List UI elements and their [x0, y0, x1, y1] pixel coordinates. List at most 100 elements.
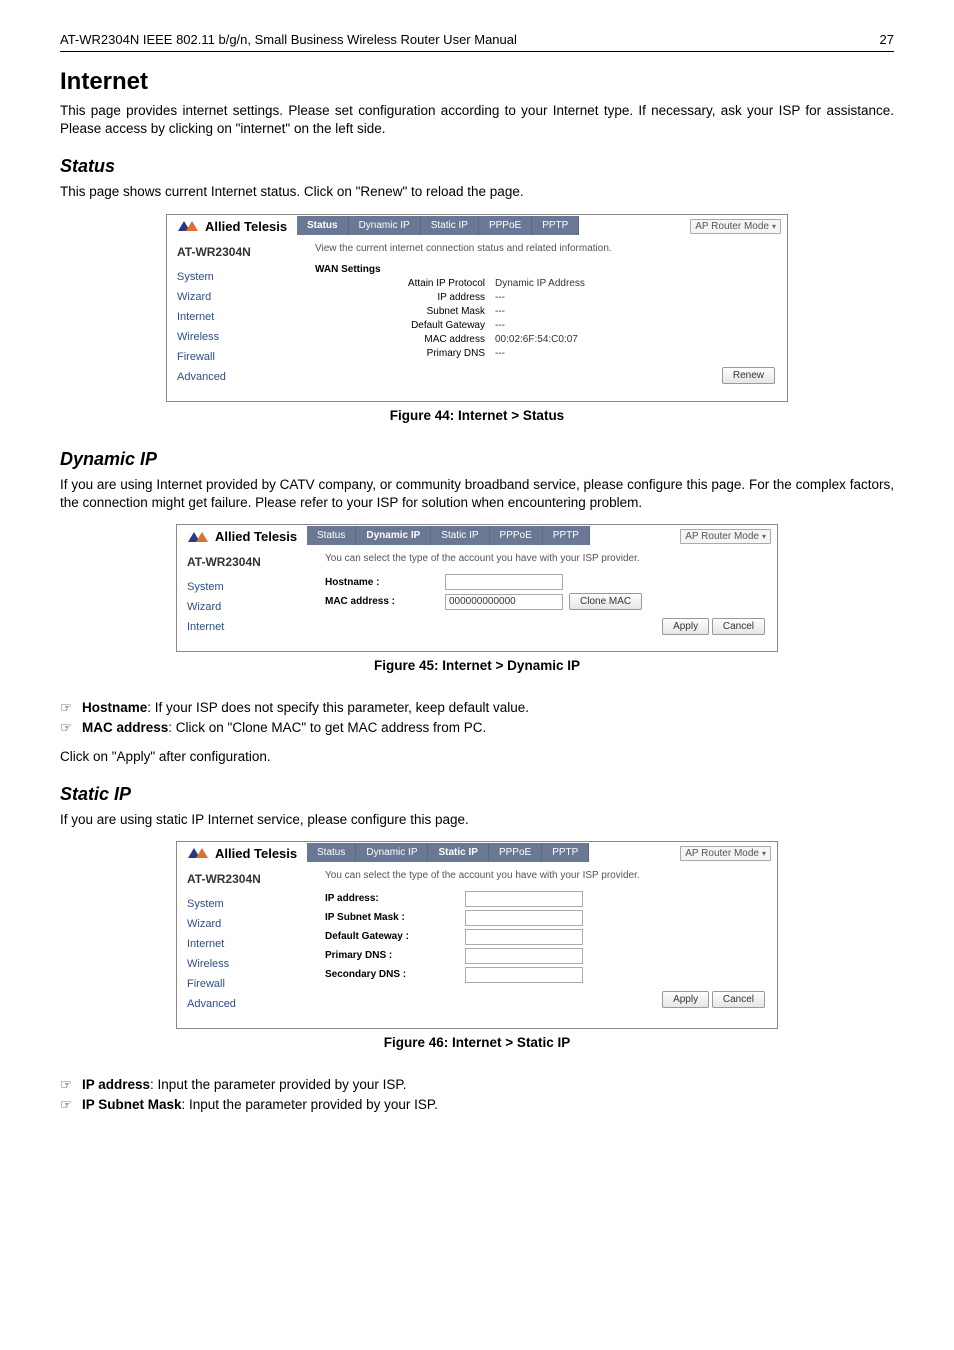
nav-system[interactable]: System: [187, 581, 307, 593]
nav-wizard[interactable]: Wizard: [187, 918, 307, 930]
fig44-caption: Figure 44: Internet > Status: [60, 408, 894, 423]
section-internet-title: Internet: [60, 68, 894, 96]
header-page-number: 27: [880, 32, 894, 47]
static-sdns-label: Secondary DNS :: [325, 969, 465, 980]
tab-dynamic-ip[interactable]: Dynamic IP: [356, 526, 431, 545]
mode-select[interactable]: AP Router Mode: [680, 846, 771, 861]
pointing-hand-icon: ☞: [60, 1076, 82, 1094]
status-screenshot: Allied Telesis AP Router Mode Status Dyn…: [166, 214, 788, 402]
nav-firewall[interactable]: Firewall: [187, 978, 307, 990]
dyn-hint: You can select the type of the account y…: [325, 553, 765, 564]
ipmask-strong: IP Subnet Mask: [82, 1097, 182, 1112]
tab-static-ip[interactable]: Static IP: [428, 843, 488, 862]
pointing-hand-icon: ☞: [60, 1096, 82, 1114]
cancel-button[interactable]: Cancel: [712, 618, 765, 635]
tab-status[interactable]: Status: [307, 526, 356, 545]
nav-system[interactable]: System: [187, 898, 307, 910]
static-screenshot: Allied Telesis AP Router Mode Status Dyn…: [176, 841, 778, 1029]
pointing-hand-icon: ☞: [60, 699, 82, 717]
dynamic-tail: Click on "Apply" after configuration.: [60, 748, 894, 766]
nav-internet[interactable]: Internet: [187, 938, 307, 950]
static-gw-label: Default Gateway :: [325, 931, 465, 942]
proto-label: Attain IP Protocol: [315, 278, 495, 289]
static-pdns-input[interactable]: [465, 948, 583, 964]
mode-select[interactable]: AP Router Mode: [680, 529, 771, 544]
static-ip-input[interactable]: [465, 891, 583, 907]
mac-label: MAC address: [315, 334, 495, 345]
subsection-dynamic-intro: If you are using Internet provided by CA…: [60, 476, 894, 512]
static-sdns-input[interactable]: [465, 967, 583, 983]
logo: Allied Telesis: [187, 846, 297, 861]
static-mask-input[interactable]: [465, 910, 583, 926]
hostname-label: Hostname :: [325, 577, 445, 588]
hostname-rest: : If your ISP does not specify this para…: [147, 700, 529, 715]
nav-advanced[interactable]: Advanced: [177, 371, 297, 383]
tab-static-ip[interactable]: Static IP: [421, 216, 479, 235]
allied-telesis-logo-icon: [187, 846, 211, 860]
nav-advanced[interactable]: Advanced: [187, 998, 307, 1010]
fig45-caption: Figure 45: Internet > Dynamic IP: [60, 658, 894, 673]
apply-button[interactable]: Apply: [662, 618, 709, 635]
tab-pppoe[interactable]: PPPoE: [490, 526, 543, 545]
tab-pptp[interactable]: PPTP: [532, 216, 579, 235]
macaddr-label: MAC address :: [325, 596, 445, 607]
status-hint: View the current internet connection sta…: [315, 243, 775, 254]
static-pdns-label: Primary DNS :: [325, 950, 465, 961]
subsection-static-title: Static IP: [60, 784, 894, 805]
tab-status[interactable]: Status: [297, 216, 349, 235]
clone-mac-button[interactable]: Clone MAC: [569, 593, 642, 610]
nav-system[interactable]: System: [177, 271, 297, 283]
tab-dynamic-ip[interactable]: Dynamic IP: [349, 216, 421, 235]
model-label: AT-WR2304N: [187, 555, 307, 569]
fig46-caption: Figure 46: Internet > Static IP: [60, 1035, 894, 1050]
gw-label: Default Gateway: [315, 320, 495, 331]
nav-wizard[interactable]: Wizard: [187, 601, 307, 613]
nav-wizard[interactable]: Wizard: [177, 291, 297, 303]
apply-button[interactable]: Apply: [662, 991, 709, 1008]
tab-status[interactable]: Status: [307, 843, 356, 862]
header-left: AT-WR2304N IEEE 802.11 b/g/n, Small Busi…: [60, 32, 517, 47]
ipaddr-strong: IP address: [82, 1077, 150, 1092]
macaddr-input[interactable]: 000000000000: [445, 594, 563, 610]
gw-value: ---: [495, 320, 505, 331]
tab-static-ip[interactable]: Static IP: [431, 526, 489, 545]
macaddr-rest: : Click on "Clone MAC" to get MAC addres…: [168, 720, 486, 735]
section-internet-intro: This page provides internet settings. Pl…: [60, 102, 894, 138]
nav-internet[interactable]: Internet: [177, 311, 297, 323]
macaddr-strong: MAC address: [82, 720, 168, 735]
subsection-static-intro: If you are using static IP Internet serv…: [60, 811, 894, 829]
tab-pppoe[interactable]: PPPoE: [479, 216, 532, 235]
renew-button[interactable]: Renew: [722, 367, 775, 384]
proto-value: Dynamic IP Address: [495, 278, 585, 289]
tab-pptp[interactable]: PPTP: [542, 843, 589, 862]
logo: Allied Telesis: [177, 219, 287, 234]
mask-label: Subnet Mask: [315, 306, 495, 317]
cancel-button[interactable]: Cancel: [712, 991, 765, 1008]
nav-internet[interactable]: Internet: [187, 621, 307, 633]
hostname-input[interactable]: [445, 574, 563, 590]
logo: Allied Telesis: [187, 529, 297, 544]
dns-value: ---: [495, 348, 505, 359]
tab-dynamic-ip[interactable]: Dynamic IP: [356, 843, 428, 862]
dynamic-screenshot: Allied Telesis AP Router Mode Status Dyn…: [176, 524, 778, 652]
allied-telesis-logo-icon: [177, 219, 201, 233]
static-hint: You can select the type of the account y…: [325, 870, 765, 881]
page-header: AT-WR2304N IEEE 802.11 b/g/n, Small Busi…: [60, 32, 894, 52]
static-mask-label: IP Subnet Mask :: [325, 912, 465, 923]
model-label: AT-WR2304N: [187, 872, 307, 886]
mask-value: ---: [495, 306, 505, 317]
tab-pptp[interactable]: PPTP: [543, 526, 590, 545]
static-gw-input[interactable]: [465, 929, 583, 945]
dns-label: Primary DNS: [315, 348, 495, 359]
nav-wireless[interactable]: Wireless: [177, 331, 297, 343]
dynamic-bullets: ☞Hostname: If your ISP does not specify …: [60, 699, 894, 737]
tab-pppoe[interactable]: PPPoE: [489, 843, 542, 862]
nav-firewall[interactable]: Firewall: [177, 351, 297, 363]
nav-wireless[interactable]: Wireless: [187, 958, 307, 970]
subsection-status-title: Status: [60, 156, 894, 177]
ipmask-rest: : Input the parameter provided by your I…: [182, 1097, 438, 1112]
mode-select[interactable]: AP Router Mode: [690, 219, 781, 234]
allied-telesis-logo-icon: [187, 530, 211, 544]
model-label: AT-WR2304N: [177, 245, 297, 259]
subsection-dynamic-title: Dynamic IP: [60, 449, 894, 470]
